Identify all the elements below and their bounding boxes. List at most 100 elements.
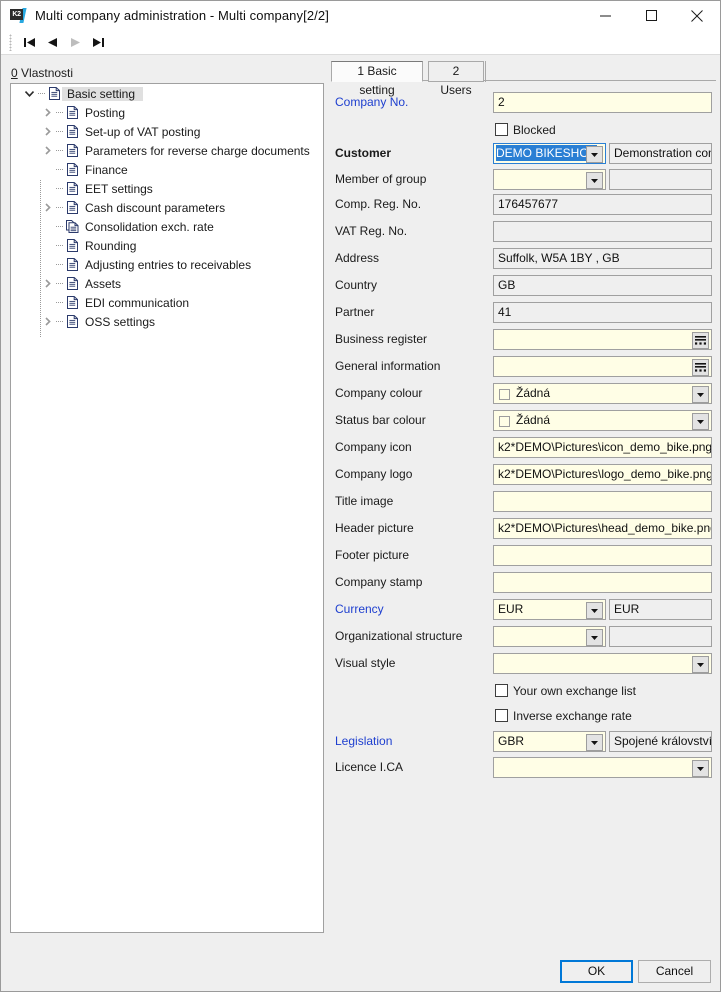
header-picture-input[interactable]: k2*DEMO\Pictures\head_demo_bike.png	[493, 518, 712, 539]
tree-item[interactable]: Set-up of VAT posting	[11, 122, 323, 141]
row-footer-picture: Footer picture	[331, 545, 716, 567]
legislation-description: Spojené království V	[609, 731, 712, 752]
company-icon-input[interactable]: k2*DEMO\Pictures\icon_demo_bike.png	[493, 437, 712, 458]
comp-reg-no-input[interactable]: 176457677	[493, 194, 712, 215]
tree-item[interactable]: Parameters for reverse charge documents	[11, 141, 323, 160]
properties-tree[interactable]: Basic setting Posting Set-up of VAT postin…	[10, 83, 324, 933]
currency-dropdown-button[interactable]	[586, 602, 603, 619]
licence-ica-dropdown-button[interactable]	[692, 760, 709, 777]
chevron-right-icon[interactable]	[39, 141, 55, 160]
toolbar-grip[interactable]	[9, 34, 12, 51]
toolbar-separator	[1, 54, 720, 55]
tree-connector	[55, 103, 65, 122]
row-inverse-exchange-rate: Inverse exchange rate	[331, 706, 716, 728]
chevron-right-icon[interactable]	[39, 103, 55, 122]
close-button[interactable]	[674, 1, 720, 30]
tree-item[interactable]: Posting	[11, 103, 323, 122]
legislation-dropdown-button[interactable]	[586, 734, 603, 751]
vat-reg-no-input[interactable]	[493, 221, 712, 242]
general-information-input[interactable]	[493, 356, 712, 377]
tree-connector	[55, 141, 65, 160]
company-colour-value: Žádná	[516, 386, 551, 400]
last-record-button[interactable]	[87, 32, 110, 54]
customer-combo[interactable]: DEMO BIKESHOP	[493, 143, 606, 164]
title-image-input[interactable]	[493, 491, 712, 512]
chevron-right-icon[interactable]	[39, 312, 55, 331]
customer-value: DEMO BIKESHOP	[496, 145, 597, 161]
tree-connector	[55, 236, 65, 255]
legislation-label: Legislation	[335, 734, 393, 748]
partner-input[interactable]: 41	[493, 302, 712, 323]
multi-document-icon	[65, 220, 80, 233]
company-logo-input[interactable]: k2*DEMO\Pictures\logo_demo_bike.png	[493, 464, 712, 485]
multi-company-administration-window: K2 Multi company administration - Multi …	[0, 0, 721, 992]
tree-item[interactable]: OSS settings	[11, 312, 323, 331]
customer-dropdown-button[interactable]	[586, 146, 603, 163]
maximize-button[interactable]	[628, 1, 674, 30]
country-input[interactable]: GB	[493, 275, 712, 296]
member-of-group-combo[interactable]	[493, 169, 606, 190]
first-record-button[interactable]	[18, 32, 41, 54]
tree-item[interactable]: Consolidation exch. rate	[11, 217, 323, 236]
tree-item[interactable]: Cash discount parameters	[11, 198, 323, 217]
business-register-browse-button[interactable]	[692, 332, 709, 349]
company-colour-combo[interactable]: Žádná	[493, 383, 712, 404]
general-information-browse-button[interactable]	[692, 359, 709, 376]
tree-connector	[55, 198, 65, 217]
row-own-exchange-list: Your own exchange list	[331, 681, 716, 703]
tree-item[interactable]: Rounding	[11, 236, 323, 255]
own-exchange-list-checkbox[interactable]	[495, 684, 508, 697]
tree-connector	[55, 274, 65, 293]
currency-value: EUR	[498, 602, 524, 616]
company-stamp-input[interactable]	[493, 572, 712, 593]
business-register-input[interactable]	[493, 329, 712, 350]
member-of-group-dropdown-button[interactable]	[586, 172, 603, 189]
tree-item[interactable]: EET settings	[11, 179, 323, 198]
tree-connector	[55, 122, 65, 141]
document-icon	[47, 87, 62, 100]
ok-button[interactable]: OK	[560, 960, 633, 983]
tree-connector	[55, 217, 65, 236]
chevron-down-icon[interactable]	[21, 84, 37, 103]
tree-item[interactable]: Adjusting entries to receivables	[11, 255, 323, 274]
organizational-structure-combo[interactable]	[493, 626, 606, 647]
tree-item[interactable]: Assets	[11, 274, 323, 293]
document-icon	[65, 163, 80, 176]
document-icon	[65, 296, 80, 309]
chevron-right-icon[interactable]	[39, 274, 55, 293]
address-input[interactable]: Suffolk, W5A 1BY , GB	[493, 248, 712, 269]
visual-style-dropdown-button[interactable]	[692, 656, 709, 673]
general-information-label: General information	[335, 359, 441, 373]
status-bar-colour-combo[interactable]: Žádná	[493, 410, 712, 431]
previous-record-button[interactable]	[41, 32, 64, 54]
title-image-label: Title image	[335, 494, 394, 508]
organizational-structure-dropdown-button[interactable]	[586, 629, 603, 646]
company-colour-dropdown-button[interactable]	[692, 386, 709, 403]
minimize-button[interactable]	[582, 1, 628, 30]
currency-label: Currency	[335, 602, 384, 616]
currency-combo[interactable]: EUR	[493, 599, 606, 620]
row-vat-reg-no: VAT Reg. No.	[331, 221, 716, 243]
cancel-button[interactable]: Cancel	[638, 960, 711, 983]
tree-item[interactable]: Basic setting	[11, 84, 323, 103]
status-bar-colour-dropdown-button[interactable]	[692, 413, 709, 430]
status-bar-colour-swatch	[499, 416, 510, 427]
chevron-right-icon[interactable]	[39, 122, 55, 141]
blocked-checkbox[interactable]	[495, 123, 508, 136]
tab-users[interactable]: 2 Users	[428, 61, 484, 97]
footer-picture-input[interactable]	[493, 545, 712, 566]
legislation-combo[interactable]: GBR	[493, 731, 606, 752]
company-no-input[interactable]: 2	[493, 92, 712, 113]
inverse-exchange-rate-checkbox[interactable]	[495, 709, 508, 722]
tree-item[interactable]: Finance	[11, 160, 323, 179]
tree-item-label: Adjusting entries to receivables	[85, 257, 252, 272]
tree-item[interactable]: EDI communication	[11, 293, 323, 312]
visual-style-label: Visual style	[335, 656, 396, 670]
chevron-right-icon[interactable]	[39, 198, 55, 217]
visual-style-combo[interactable]	[493, 653, 712, 674]
licence-ica-combo[interactable]	[493, 757, 712, 778]
tab-basic-setting[interactable]: 1 Basic setting	[331, 61, 423, 97]
